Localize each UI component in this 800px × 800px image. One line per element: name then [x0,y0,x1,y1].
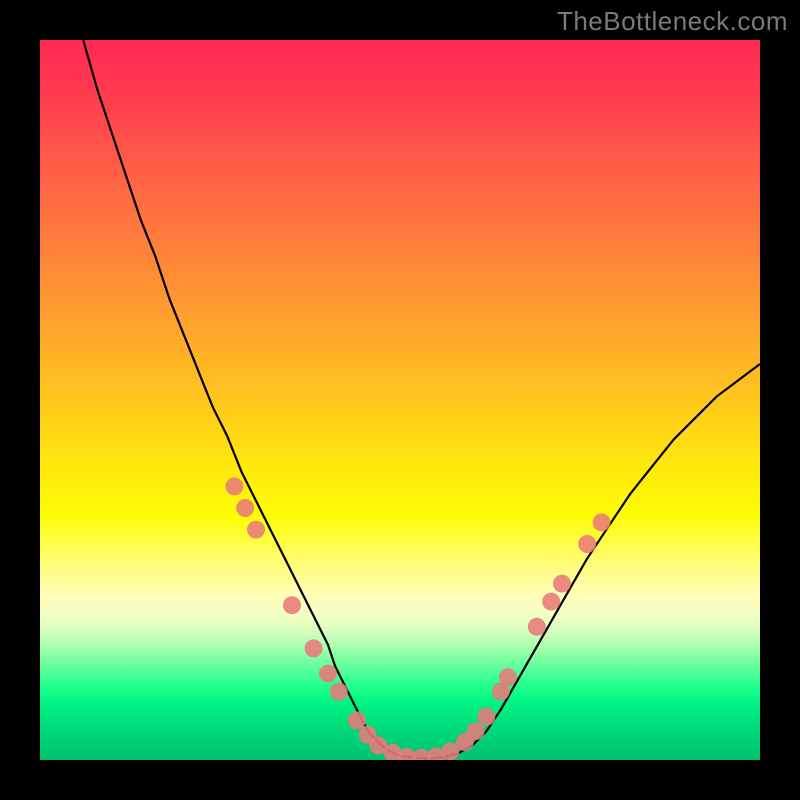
data-dot [528,618,546,636]
data-dot [499,668,517,686]
data-dot [477,708,495,726]
data-dot [467,722,485,740]
plot-area [40,40,760,760]
data-dot [553,575,571,593]
data-dot [348,711,366,729]
data-dot [283,596,301,614]
v-curve-path [83,40,760,759]
data-dot [319,665,337,683]
data-dot [236,499,254,517]
data-dot [578,535,596,553]
data-dot [330,683,348,701]
data-dot [593,513,611,531]
data-dot [225,477,243,495]
chart-frame: TheBottleneck.com [0,0,800,800]
data-dot [542,593,560,611]
data-dot [247,521,265,539]
watermark-text: TheBottleneck.com [557,6,788,37]
curve-layer [40,40,760,760]
data-dot [305,639,323,657]
